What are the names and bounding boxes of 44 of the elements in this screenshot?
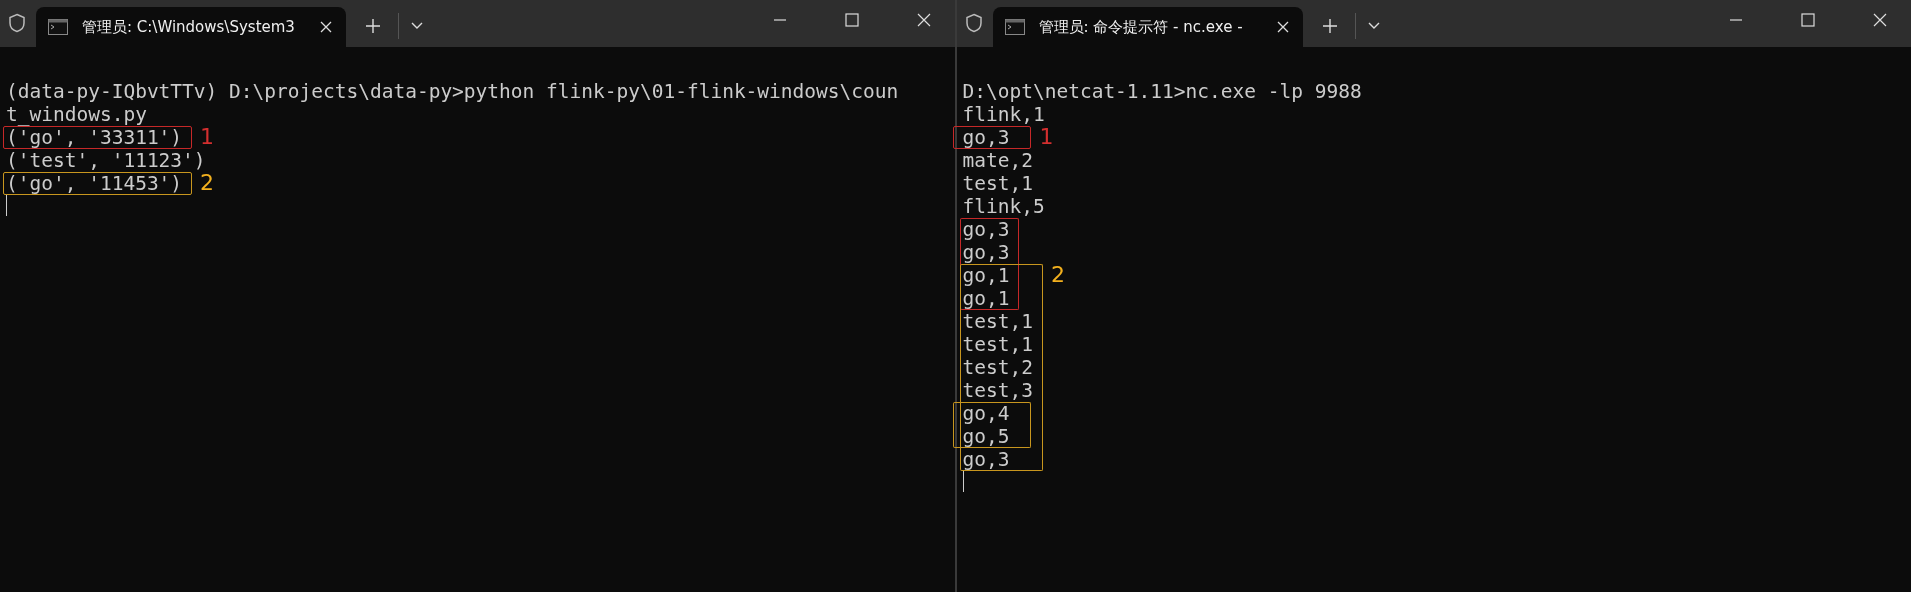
terminal-tab[interactable]: 管理员: 命令提示符 - nc.exe - xyxy=(992,7,1303,47)
annotation-number: 1 xyxy=(200,124,215,150)
terminal-line: go,1 xyxy=(962,287,1010,310)
tab-title: 管理员: C:\Windows\System3 xyxy=(82,17,296,37)
terminal-line: D:\opt\netcat-1.11>nc.exe -lp 9988 xyxy=(962,80,1362,103)
terminal-line: go,1 xyxy=(962,264,1010,287)
terminal-line: test,2 xyxy=(962,356,1033,379)
terminal-line: test,1 xyxy=(962,333,1033,356)
terminal-line: flink,1 xyxy=(962,103,1045,126)
close-icon[interactable] xyxy=(1873,13,1887,27)
terminal-icon[interactable] xyxy=(48,19,68,35)
new-tab-icon[interactable] xyxy=(366,19,380,33)
shield-icon[interactable] xyxy=(964,13,983,33)
terminal-line: ('go', '33311') xyxy=(6,126,183,149)
terminal-tab[interactable]: 管理员: C:\Windows\System3 xyxy=(36,7,346,47)
maximize-icon[interactable] xyxy=(1801,13,1815,27)
terminal-line: flink,5 xyxy=(962,195,1045,218)
terminal-line: go,3 xyxy=(962,241,1010,264)
terminal-icon[interactable] xyxy=(1004,19,1025,35)
terminal-line: test,3 xyxy=(962,379,1033,402)
chevron-down-icon[interactable] xyxy=(411,22,423,30)
terminal-line: go,4 xyxy=(962,402,1010,425)
tab-title: 管理员: 命令提示符 - nc.exe - xyxy=(1038,17,1244,37)
close-tab-icon[interactable] xyxy=(1276,21,1289,33)
terminal-line: go,3 xyxy=(962,126,1010,149)
close-icon[interactable] xyxy=(916,13,931,27)
chevron-down-icon[interactable] xyxy=(1367,22,1380,30)
terminal-line: (data-py-IQbvtTTv) D:\projects\data-py>python flink-py\01-flink-windows\coun xyxy=(6,80,899,103)
new-tab-icon[interactable] xyxy=(1322,19,1337,33)
close-tab-icon[interactable] xyxy=(320,21,332,33)
maximize-icon[interactable] xyxy=(844,13,859,27)
annotation-number: 1 xyxy=(1039,124,1054,150)
terminal-line: ('go', '11453') xyxy=(6,172,183,195)
terminal-line: test,1 xyxy=(962,172,1033,195)
terminal-line: test,1 xyxy=(962,310,1033,333)
terminal-line: go,5 xyxy=(962,425,1010,448)
terminal-line: go,3 xyxy=(962,218,1010,241)
annotation-number: 2 xyxy=(200,170,215,196)
terminal-line: mate,2 xyxy=(962,149,1033,172)
terminal-line: t_windows.py xyxy=(6,103,147,126)
shield-icon[interactable] xyxy=(8,13,26,33)
annotation-number: 2 xyxy=(1050,262,1065,288)
terminal-line: go,3 xyxy=(962,448,1010,471)
terminal-line: ('test', '11123') xyxy=(6,149,206,172)
